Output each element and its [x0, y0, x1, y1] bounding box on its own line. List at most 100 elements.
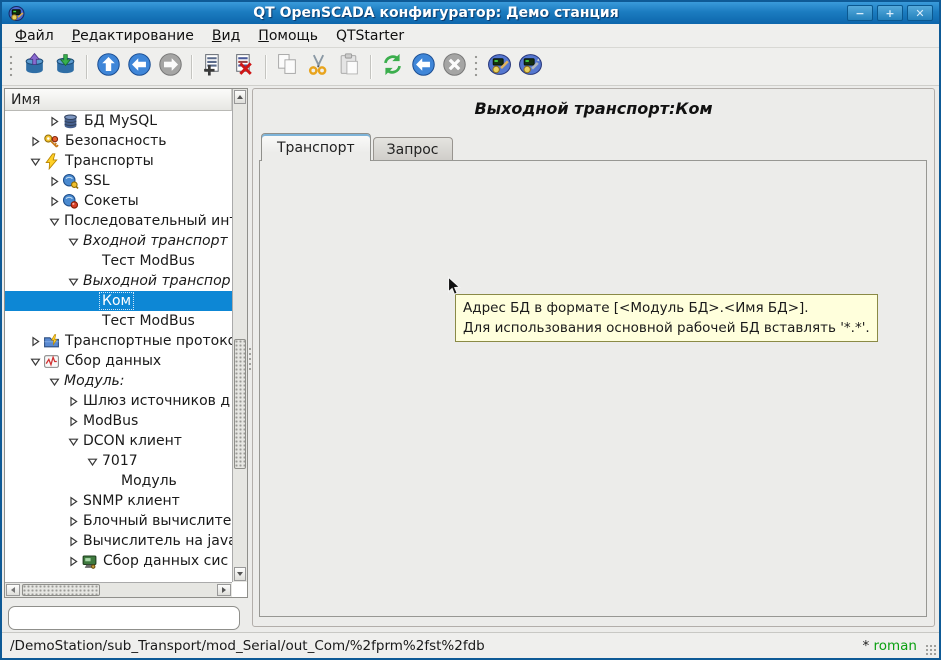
tree-item[interactable]: SSL [5, 171, 232, 191]
menu-item-4[interactable]: Помощь [249, 25, 327, 47]
add-item-button[interactable] [198, 52, 229, 82]
tree-item-label: DCON клиент [81, 433, 184, 449]
tree-filter-input[interactable] [8, 606, 240, 630]
expander-closed-icon[interactable] [47, 115, 62, 127]
protocols-icon [43, 333, 60, 349]
expander-closed-icon[interactable] [66, 515, 81, 527]
scroll-up-button[interactable] [234, 90, 246, 104]
vertical-scroll-thumb[interactable] [234, 339, 246, 469]
qtstarter-dev-button[interactable] [484, 52, 515, 82]
status-user[interactable]: * roman [862, 638, 917, 654]
expander-open-icon[interactable] [47, 375, 62, 387]
cut-item-button[interactable] [303, 52, 334, 82]
tree-item[interactable]: БД MySQL [5, 111, 232, 131]
tree-item[interactable]: SNMP клиент [5, 491, 232, 511]
tree-item[interactable]: Тест ModBus [5, 251, 232, 271]
expander-closed-icon[interactable] [28, 335, 43, 347]
tree-item[interactable]: Вычислитель на java [5, 531, 232, 551]
tree-item-label: Входной транспорт [81, 233, 230, 249]
expander-closed-icon[interactable] [66, 535, 81, 547]
tree-item-label: БД MySQL [82, 113, 159, 129]
tree-item[interactable]: 7017 [5, 451, 232, 471]
tab-request[interactable]: Запрос [373, 137, 453, 161]
tree-item-label: Сбор данных сис [101, 553, 230, 569]
expander-placeholder [85, 315, 100, 327]
delete-item-button[interactable] [229, 52, 260, 82]
tree-header[interactable]: Имя [5, 89, 232, 111]
db-address-tooltip: Адрес БД в формате [<Модуль БД>.<Имя БД>… [455, 294, 878, 342]
start-button[interactable] [408, 52, 439, 82]
expander-closed-icon[interactable] [66, 415, 81, 427]
menu-item-5[interactable]: QTStarter [327, 25, 413, 47]
expander-open-icon[interactable] [47, 215, 62, 227]
tab-transport[interactable]: Транспорт [261, 133, 371, 161]
tree-item[interactable]: Транспорты [5, 151, 232, 171]
copy-item-button [272, 52, 303, 82]
tree-item-selected[interactable]: Ком [5, 291, 232, 311]
tree-item[interactable]: Шлюз источников д [5, 391, 232, 411]
tree-vertical-scrollbar[interactable] [232, 89, 247, 582]
resize-grip[interactable] [925, 644, 937, 656]
tree-item[interactable]: Сбор данных сис [5, 551, 232, 571]
delete-item-icon [232, 52, 257, 81]
expander-closed-icon[interactable] [66, 555, 81, 567]
up-level-button[interactable] [93, 52, 124, 82]
expander-open-icon[interactable] [28, 355, 43, 367]
tree-item[interactable]: Выходной транспор [5, 271, 232, 291]
maximize-button[interactable]: + [877, 5, 903, 21]
expander-closed-icon[interactable] [47, 195, 62, 207]
toolbar-separator [265, 55, 267, 79]
tree-item[interactable]: Модуль: [5, 371, 232, 391]
back-circle-icon [127, 52, 152, 81]
tree-item[interactable]: Входной транспорт [5, 231, 232, 251]
load-from-db-button[interactable] [19, 52, 50, 82]
chevron-up-icon [237, 95, 243, 99]
user-modified-marker: * [862, 638, 869, 654]
tree-item[interactable]: Тест ModBus [5, 311, 232, 331]
tree-item[interactable]: DCON клиент [5, 431, 232, 451]
qtstarter-tool-button[interactable] [515, 52, 546, 82]
tree-item-label: Ком [100, 293, 133, 309]
tree-item[interactable]: Сокеты [5, 191, 232, 211]
stop-circle-icon [442, 52, 467, 81]
expander-open-icon[interactable] [66, 235, 81, 247]
config-panel: Выходной транспорт:Ком Транспорт Запрос … [252, 88, 935, 627]
tree-item[interactable]: Последовательный инт [5, 211, 232, 231]
back-button[interactable] [124, 52, 155, 82]
menu-item-2[interactable]: Редактирование [63, 25, 203, 47]
save-to-db-button[interactable] [50, 52, 81, 82]
db-mysql-icon [62, 113, 79, 129]
horizontal-scroll-thumb[interactable] [22, 584, 100, 596]
tree-item-label: 7017 [100, 453, 140, 469]
expander-open-icon[interactable] [66, 275, 81, 287]
scroll-right-button[interactable] [217, 584, 231, 596]
tree-item[interactable]: Безопасность [5, 131, 232, 151]
titlebar[interactable]: QT OpenSCADA конфигуратор: Демо станция … [2, 2, 939, 24]
toolbar-grip[interactable] [9, 55, 15, 79]
tree-item[interactable]: Транспортные протоко [5, 331, 232, 351]
close-button[interactable]: ✕ [907, 5, 933, 21]
db-save-icon [53, 52, 78, 81]
menu-item-1[interactable]: Файл [6, 25, 63, 47]
minimize-button[interactable]: − [847, 5, 873, 21]
menu-item-3[interactable]: Вид [203, 25, 249, 47]
menubar: ФайлРедактированиеВидПомощьQTStarter [2, 24, 939, 48]
expander-closed-icon[interactable] [66, 495, 81, 507]
expander-closed-icon[interactable] [66, 395, 81, 407]
scroll-left-button[interactable] [6, 584, 20, 596]
refresh-button[interactable] [377, 52, 408, 82]
expander-open-icon[interactable] [28, 155, 43, 167]
tree-item[interactable]: ModBus [5, 411, 232, 431]
toolbar-grip[interactable] [474, 55, 480, 79]
tree-item[interactable]: Сбор данных [5, 351, 232, 371]
tree-item-label: SNMP клиент [81, 493, 182, 509]
tree-item[interactable]: Модуль [5, 471, 232, 491]
scroll-down-button[interactable] [234, 567, 246, 581]
toolbar-separator [86, 55, 88, 79]
expander-open-icon[interactable] [85, 455, 100, 467]
tree-item[interactable]: Блочный вычислите [5, 511, 232, 531]
expander-closed-icon[interactable] [47, 175, 62, 187]
expander-open-icon[interactable] [66, 435, 81, 447]
expander-closed-icon[interactable] [28, 135, 43, 147]
tree-horizontal-scrollbar[interactable] [5, 582, 232, 597]
